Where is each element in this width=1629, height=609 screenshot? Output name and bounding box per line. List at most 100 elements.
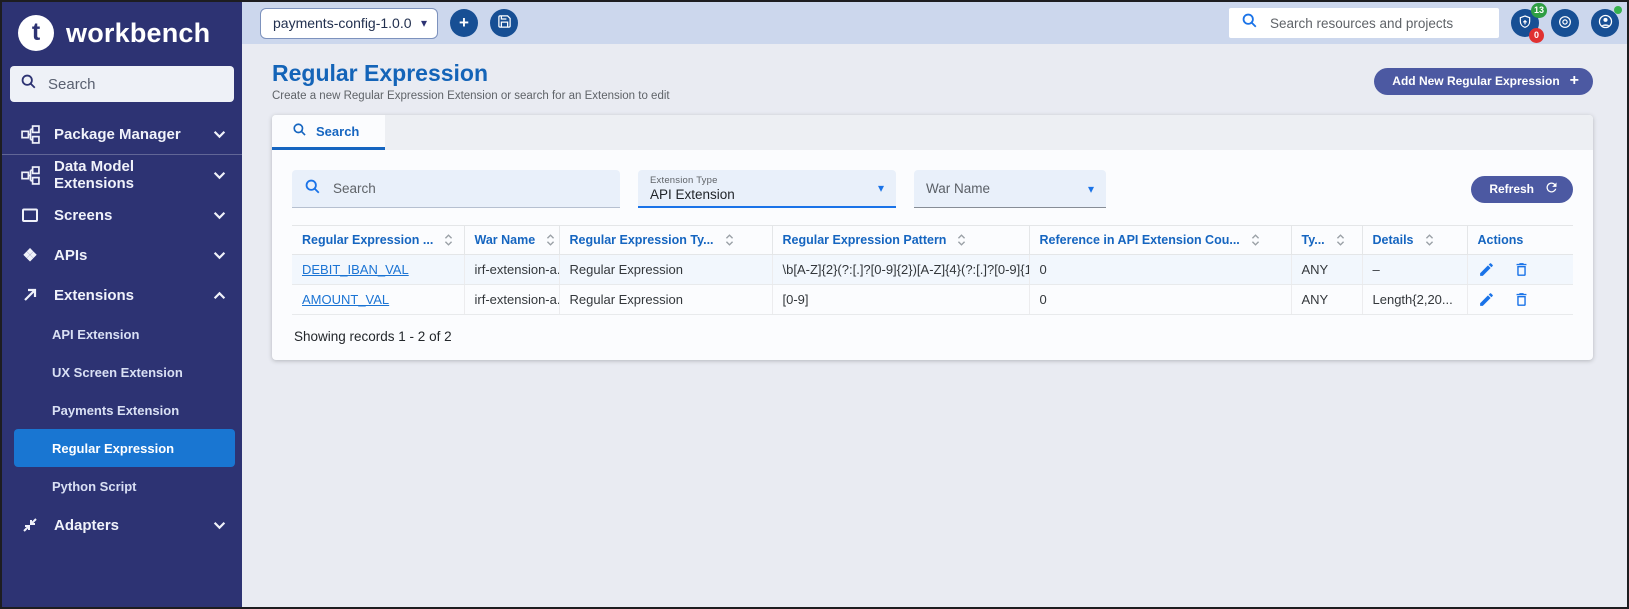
column-header: War Name — [475, 233, 536, 247]
sidebar-subitem-payments-extension[interactable]: Payments Extension — [2, 391, 242, 429]
target-icon — [1557, 14, 1573, 33]
sort-icon[interactable] — [957, 233, 966, 247]
chevron-up-icon — [213, 291, 226, 300]
sidebar-subitem-regular-expression[interactable]: Regular Expression — [14, 429, 235, 467]
page-subtitle: Create a new Regular Expression Extensio… — [272, 90, 670, 102]
brand: t workbench — [2, 2, 242, 60]
sort-icon[interactable] — [1425, 233, 1434, 247]
sidebar-item-label: Adapters — [54, 517, 119, 534]
page-title: Regular Expression — [272, 60, 670, 87]
app-window: t workbench Package Manager Data Model — [0, 0, 1629, 609]
save-icon — [497, 14, 512, 32]
caret-down-icon: ▾ — [1088, 183, 1094, 195]
edit-icon[interactable] — [1478, 261, 1495, 278]
column-header: Regular Expression Pattern — [783, 233, 947, 247]
sidebar-item-label: Extensions — [54, 287, 134, 304]
global-search[interactable] — [1229, 8, 1499, 38]
tab-search[interactable]: Search — [272, 115, 385, 150]
sidebar-subitem-python-script[interactable]: Python Script — [2, 467, 242, 505]
sidebar-search-input[interactable] — [46, 75, 224, 94]
war-name-value: War Name — [926, 181, 990, 196]
sidebar-item-screens[interactable]: Screens — [2, 195, 242, 235]
table-header-row: Regular Expression ... War Name Regular … — [292, 226, 1573, 255]
sort-icon[interactable] — [725, 233, 734, 247]
project-select-value: payments-config-1.0.0 — [273, 15, 412, 31]
sidebar-item-extensions[interactable]: Extensions — [2, 275, 242, 315]
topbar: payments-config-1.0.0 ▾ + — [242, 2, 1627, 44]
sidebar-item-label: Package Manager — [54, 126, 181, 143]
delete-icon[interactable] — [1513, 261, 1530, 278]
add-new-regular-expression-button[interactable]: Add New Regular Expression + — [1374, 68, 1593, 95]
sidebar-subitem-ux-screen-extension[interactable]: UX Screen Extension — [2, 353, 242, 391]
sidebar-search[interactable] — [10, 66, 234, 102]
sidebar-item-label: Screens — [54, 207, 112, 224]
save-button[interactable] — [490, 9, 518, 37]
tab-strip: Search — [272, 115, 1593, 150]
column-header: Details — [1373, 233, 1414, 247]
row-name-link[interactable]: DEBIT_IBAN_VAL — [302, 262, 409, 277]
sidebar-item-label: APIs — [54, 247, 87, 264]
sort-icon[interactable] — [1251, 233, 1260, 247]
war-name-select[interactable]: War Name ▾ — [914, 170, 1106, 208]
cell-type: Regular Expression — [559, 285, 772, 315]
chevron-down-icon — [213, 130, 226, 139]
brand-logo-letter: t — [32, 20, 40, 45]
sort-icon[interactable] — [546, 233, 555, 247]
global-search-input[interactable] — [1268, 15, 1489, 32]
sort-icon[interactable] — [444, 233, 453, 247]
arrow-outward-icon — [20, 286, 40, 304]
arrows-inward-icon — [20, 516, 40, 534]
content-card: Search Extension Type — [272, 115, 1593, 360]
cell-pattern: [0-9] — [772, 285, 1029, 315]
records-count: Showing records 1 - 2 of 2 — [294, 329, 1573, 344]
sidebar-item-adapters[interactable]: Adapters — [2, 505, 242, 545]
column-header: Actions — [1478, 233, 1524, 247]
sidebar: t workbench Package Manager Data Model — [2, 2, 242, 607]
cell-ref-count: 0 — [1029, 255, 1291, 285]
edit-icon[interactable] — [1478, 291, 1495, 308]
main-content: Regular Expression Create a new Regular … — [242, 44, 1627, 607]
cell-war-name: irf-extension-a... — [464, 285, 559, 315]
sidebar-item-apis[interactable]: ❖ APIs — [2, 235, 242, 275]
plus-icon: + — [1570, 73, 1579, 89]
brand-name: workbench — [66, 18, 210, 49]
online-status-dot — [1614, 6, 1622, 14]
sidebar-item-package-manager[interactable]: Package Manager — [2, 114, 242, 154]
project-select[interactable]: payments-config-1.0.0 ▾ — [260, 8, 438, 39]
notification-badge-red: 0 — [1529, 28, 1544, 43]
refresh-icon — [1544, 180, 1559, 198]
column-header: Regular Expression ... — [302, 233, 433, 247]
sidebar-item-label: Data Model Extensions — [54, 158, 199, 192]
sidebar-item-data-model-extensions[interactable]: Data Model Extensions — [2, 155, 242, 195]
sub-item-label: Python Script — [52, 479, 137, 494]
extension-type-value: API Extension — [650, 187, 735, 202]
hierarchy-icon — [20, 125, 40, 144]
cell-ty: ANY — [1291, 255, 1362, 285]
refresh-button[interactable]: Refresh — [1471, 176, 1573, 203]
tab-label: Search — [316, 124, 359, 139]
search-icon — [292, 122, 307, 140]
filter-bar: Extension Type API Extension ▾ War Name … — [292, 170, 1573, 208]
row-actions — [1478, 261, 1566, 278]
page-header-text: Regular Expression Create a new Regular … — [272, 60, 670, 102]
table-search[interactable] — [292, 170, 620, 208]
brand-logo-icon[interactable]: t — [18, 15, 54, 51]
extension-type-select[interactable]: Extension Type API Extension ▾ — [638, 170, 896, 208]
account-button[interactable] — [1591, 9, 1619, 37]
column-header: Regular Expression Ty... — [570, 233, 714, 247]
caret-down-icon: ▾ — [421, 17, 427, 29]
add-project-button[interactable]: + — [450, 9, 478, 37]
support-button[interactable] — [1551, 9, 1579, 37]
chevron-down-icon — [213, 521, 226, 530]
chevron-down-icon — [213, 211, 226, 220]
cell-pattern: \b[A-Z]{2}(?:[.]?[0-9]{2})[A-Z]{4}(?:[.]… — [772, 255, 1029, 285]
table-row: DEBIT_IBAN_VAL irf-extension-a... Regula… — [292, 255, 1573, 285]
table-search-input[interactable] — [331, 180, 608, 197]
sort-icon[interactable] — [1336, 233, 1345, 247]
security-status-button[interactable]: 13 0 — [1511, 9, 1539, 37]
account-icon — [1597, 13, 1614, 33]
hierarchy-icon — [20, 166, 40, 185]
row-name-link[interactable]: AMOUNT_VAL — [302, 292, 389, 307]
sidebar-subitem-api-extension[interactable]: API Extension — [2, 315, 242, 353]
delete-icon[interactable] — [1513, 291, 1530, 308]
